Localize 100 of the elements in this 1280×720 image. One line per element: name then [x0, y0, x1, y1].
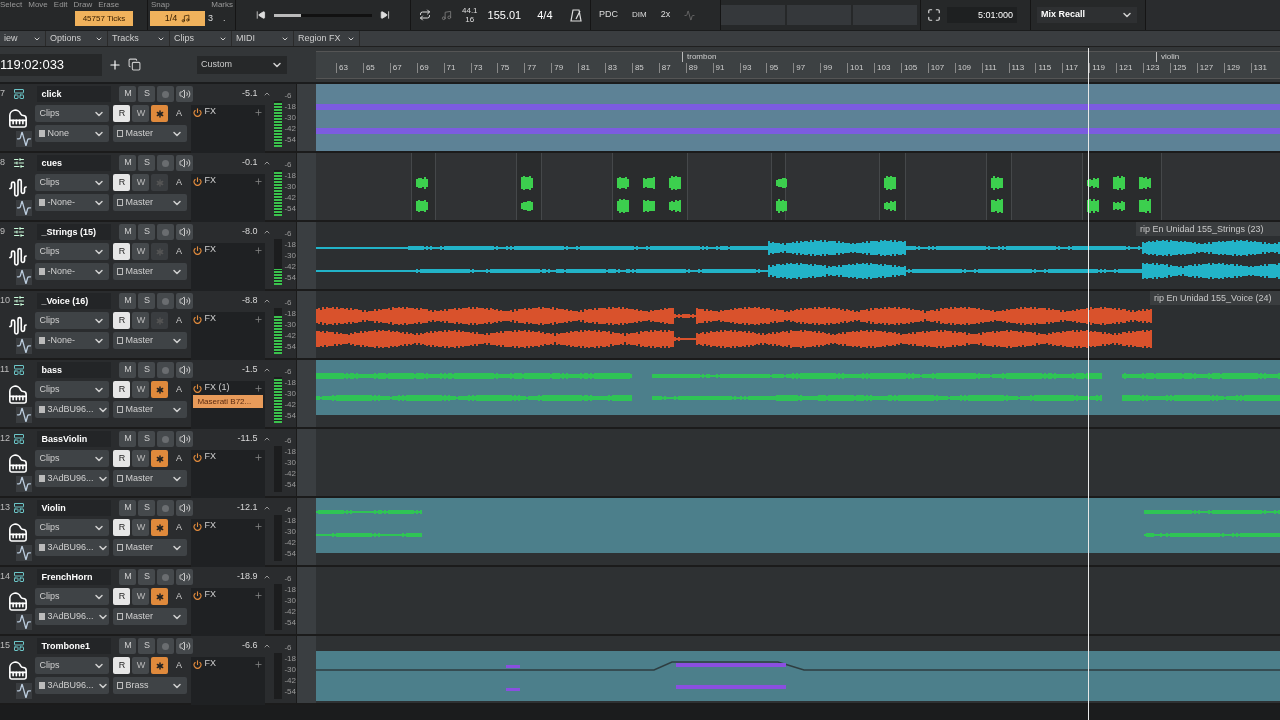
- add-effect-icon[interactable]: [254, 176, 264, 186]
- speed-button[interactable]: 2x: [660, 8, 671, 22]
- output-dropdown[interactable]: Master: [113, 539, 188, 556]
- automation-icon[interactable]: [15, 200, 32, 216]
- effects-rack[interactable]: FX: [191, 519, 266, 567]
- mute-button[interactable]: M: [119, 224, 137, 240]
- mute-button[interactable]: M: [119, 362, 137, 378]
- clips-dropdown[interactable]: Clips: [35, 243, 110, 260]
- effects-rack[interactable]: FX: [191, 588, 266, 636]
- mute-button[interactable]: M: [119, 155, 137, 171]
- add-effect-icon[interactable]: [254, 452, 264, 462]
- power-icon[interactable]: [193, 659, 203, 669]
- solo-button[interactable]: S: [138, 155, 156, 171]
- read-button[interactable]: R: [113, 243, 131, 260]
- solo-button[interactable]: S: [138, 431, 156, 447]
- meter-display[interactable]: 4/4: [537, 6, 553, 24]
- solo-button[interactable]: S: [138, 86, 156, 102]
- input-dropdown[interactable]: -None-: [35, 263, 110, 280]
- effects-rack[interactable]: FX: [191, 174, 266, 222]
- input-echo-button[interactable]: [151, 381, 169, 398]
- clip[interactable]: [1082, 153, 1162, 220]
- power-icon[interactable]: [193, 383, 203, 393]
- effects-rack[interactable]: FX: [191, 243, 266, 291]
- effects-rack[interactable]: FX: [191, 657, 266, 705]
- input-echo-button[interactable]: [151, 243, 169, 260]
- input-dropdown[interactable]: None: [35, 125, 110, 142]
- clip[interactable]: [986, 153, 1012, 220]
- automation-icon[interactable]: [15, 338, 32, 354]
- transport-slider-fill[interactable]: [273, 13, 302, 17]
- view-preset-dropdown[interactable]: Custom: [197, 55, 287, 74]
- read-button[interactable]: R: [113, 588, 131, 605]
- automation-button[interactable]: A: [170, 450, 188, 467]
- automation-button[interactable]: A: [170, 588, 188, 605]
- fit-icon[interactable]: [927, 8, 941, 22]
- output-dropdown[interactable]: Master: [113, 332, 188, 349]
- input-dropdown[interactable]: 3AdBU96...: [35, 401, 110, 418]
- effects-rack[interactable]: FX: [191, 312, 266, 360]
- power-icon[interactable]: [193, 176, 203, 186]
- snap-dropdown[interactable]: 1/4: [150, 11, 205, 26]
- track-name-field[interactable]: bass: [37, 362, 112, 378]
- clip[interactable]: [612, 153, 688, 220]
- write-button[interactable]: W: [132, 312, 150, 329]
- read-button[interactable]: R: [113, 657, 131, 674]
- write-button[interactable]: W: [132, 657, 150, 674]
- tool-label[interactable]: Erase: [98, 0, 120, 9]
- mute-button[interactable]: M: [119, 569, 137, 585]
- menu-item[interactable]: Clips: [170, 31, 232, 46]
- read-button[interactable]: R: [113, 519, 131, 536]
- transport-slider[interactable]: [273, 13, 373, 17]
- speaker-button[interactable]: [176, 293, 194, 309]
- write-button[interactable]: W: [132, 588, 150, 605]
- track-lane[interactable]: rip En Unidad 155_Strings (23): [316, 222, 1280, 289]
- tool-label[interactable]: Draw: [73, 0, 93, 9]
- clip[interactable]: [411, 153, 436, 220]
- metronome-icon[interactable]: [570, 8, 582, 22]
- automation-icon[interactable]: [15, 407, 32, 423]
- input-echo-button[interactable]: [151, 588, 169, 605]
- speaker-button[interactable]: [176, 500, 194, 516]
- speaker-button[interactable]: [176, 569, 194, 585]
- input-dropdown[interactable]: -None-: [35, 332, 110, 349]
- input-echo-button[interactable]: [151, 450, 169, 467]
- clip[interactable]: [316, 651, 1280, 701]
- automation-icon[interactable]: [15, 131, 32, 147]
- solo-button[interactable]: S: [138, 569, 156, 585]
- clips-dropdown[interactable]: Clips: [35, 174, 110, 191]
- power-icon[interactable]: [193, 452, 203, 462]
- menu-item[interactable]: Region FX: [294, 31, 360, 46]
- effects-rack[interactable]: FX: [191, 105, 266, 153]
- menu-item[interactable]: Tracks: [108, 31, 170, 46]
- menu-item[interactable]: iew: [0, 31, 46, 46]
- clip[interactable]: [516, 153, 542, 220]
- add-effect-icon[interactable]: [254, 521, 264, 531]
- input-echo-button[interactable]: [151, 657, 169, 674]
- output-dropdown[interactable]: Master: [113, 470, 188, 487]
- add-effect-icon[interactable]: [254, 590, 264, 600]
- speaker-button[interactable]: [176, 431, 194, 447]
- automation-button[interactable]: A: [170, 312, 188, 329]
- dim-button[interactable]: DIM: [632, 9, 647, 21]
- marker-label[interactable]: trombon: [682, 52, 717, 62]
- output-dropdown[interactable]: Master: [113, 194, 188, 211]
- read-button[interactable]: R: [113, 450, 131, 467]
- automation-icon[interactable]: [15, 614, 32, 630]
- clips-dropdown[interactable]: Clips: [35, 450, 110, 467]
- speaker-button[interactable]: [176, 224, 194, 240]
- time-display[interactable]: 119:02:033: [0, 53, 102, 76]
- mix-recall-dropdown[interactable]: Mix Recall: [1037, 7, 1137, 23]
- input-echo-button[interactable]: [151, 174, 169, 191]
- solo-button[interactable]: S: [138, 638, 156, 654]
- input-dropdown[interactable]: 3AdBU96...: [35, 539, 110, 556]
- speaker-button[interactable]: [176, 86, 194, 102]
- read-button[interactable]: R: [113, 312, 131, 329]
- add-effect-icon[interactable]: [254, 383, 264, 393]
- write-button[interactable]: W: [132, 519, 150, 536]
- solo-button[interactable]: S: [138, 224, 156, 240]
- solo-button[interactable]: S: [138, 362, 156, 378]
- marker-label[interactable]: violin: [1156, 52, 1180, 62]
- tool-label[interactable]: Select: [0, 0, 23, 9]
- input-dropdown[interactable]: 3AdBU96...: [35, 677, 110, 694]
- input-echo-button[interactable]: [151, 312, 169, 329]
- automation-icon[interactable]: [15, 545, 32, 561]
